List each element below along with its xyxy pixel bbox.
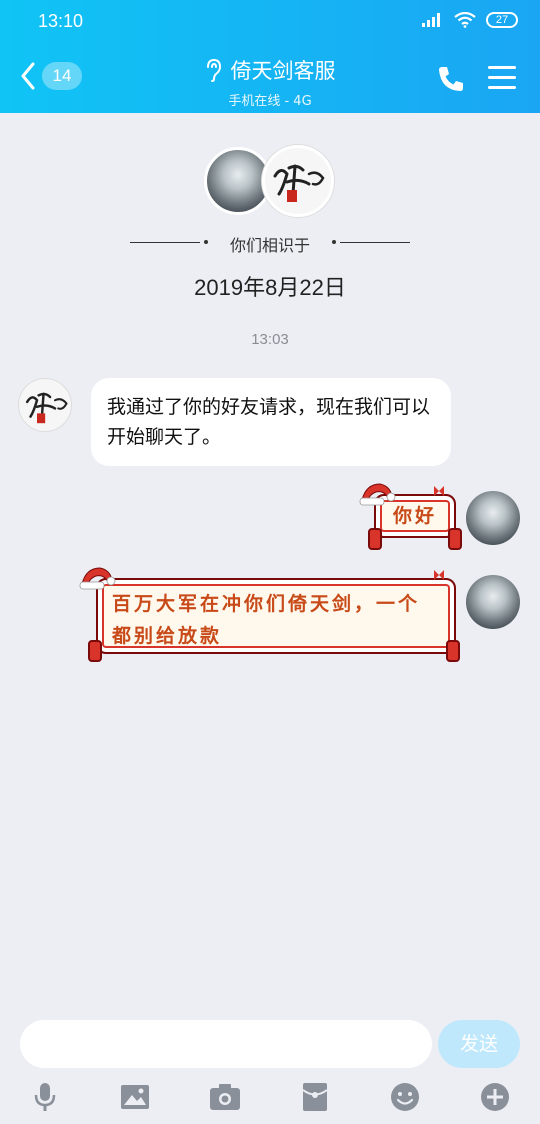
message-bubble-incoming[interactable]: 我通过了你的好友请求，现在我们可以开始聊天了。 bbox=[91, 378, 451, 466]
battery-level: 27 bbox=[495, 14, 509, 26]
met-date: 2019年8月22日 bbox=[194, 275, 346, 300]
image-icon[interactable] bbox=[118, 1080, 152, 1114]
message-input[interactable] bbox=[20, 1020, 432, 1068]
camera-icon[interactable] bbox=[208, 1080, 242, 1114]
user-avatar[interactable] bbox=[466, 575, 520, 629]
message-bubble-outgoing[interactable]: 百万大军在冲你们倚天剑，一个都别给放款 bbox=[96, 578, 456, 654]
contact-avatar[interactable] bbox=[262, 145, 334, 217]
wifi-icon bbox=[454, 12, 476, 28]
scroll-ornament-icon bbox=[368, 528, 382, 550]
contact-name: 倚天剑客服 bbox=[230, 59, 336, 83]
red-packet-icon[interactable] bbox=[298, 1080, 332, 1114]
met-text: 你们相识于 bbox=[229, 236, 310, 255]
chevron-left-icon bbox=[21, 62, 35, 90]
status-bar: 13:10 27 bbox=[0, 0, 540, 44]
unread-count-badge: 14 bbox=[42, 62, 82, 90]
emoji-icon[interactable] bbox=[388, 1080, 422, 1114]
scroll-ornament-icon bbox=[88, 640, 102, 662]
back-button[interactable]: 14 bbox=[20, 62, 82, 90]
online-status: 手机在线 - 4G bbox=[228, 94, 312, 109]
bow-icon bbox=[434, 486, 444, 496]
ear-icon bbox=[206, 58, 221, 82]
call-button[interactable] bbox=[436, 64, 466, 94]
send-button[interactable]: 发送 bbox=[438, 1020, 520, 1068]
composer-toolbar bbox=[0, 1068, 540, 1124]
plus-icon[interactable] bbox=[478, 1080, 512, 1114]
message-timestamp: 13:03 bbox=[251, 331, 289, 348]
santa-hat-icon bbox=[79, 567, 116, 590]
message-text: 百万大军在冲你们倚天剑，一个都别给放款 bbox=[112, 593, 421, 647]
menu-line-icon bbox=[488, 86, 516, 89]
intro-avatars bbox=[204, 145, 336, 217]
battery-icon: 27 bbox=[486, 12, 518, 28]
divider-line bbox=[340, 242, 410, 243]
chat-header: 13:10 27 14 倚天剑客服 手机在线 - 4G bbox=[0, 0, 540, 113]
brand-logo-icon bbox=[273, 164, 325, 202]
menu-line-icon bbox=[488, 76, 516, 79]
status-time: 13:10 bbox=[38, 11, 84, 31]
menu-line-icon bbox=[488, 66, 516, 69]
more-menu-button[interactable] bbox=[488, 66, 516, 92]
user-avatar[interactable] bbox=[466, 491, 520, 545]
contact-avatar[interactable] bbox=[18, 378, 72, 432]
scroll-ornament-icon bbox=[446, 640, 460, 662]
title-area[interactable]: 倚天剑客服 手机在线 - 4G bbox=[120, 55, 420, 109]
scroll-ornament-icon bbox=[448, 528, 462, 550]
santa-hat-icon bbox=[359, 483, 396, 506]
microphone-icon[interactable] bbox=[28, 1080, 62, 1114]
chat-title: 倚天剑客服 bbox=[205, 55, 336, 85]
brand-logo-icon bbox=[25, 392, 68, 424]
met-divider: 你们相识于 bbox=[130, 232, 410, 255]
divider-dot bbox=[332, 240, 336, 244]
status-icons: 27 bbox=[422, 12, 518, 28]
signal-icon bbox=[422, 13, 440, 27]
phone-icon bbox=[439, 67, 463, 91]
bow-icon bbox=[434, 570, 444, 580]
